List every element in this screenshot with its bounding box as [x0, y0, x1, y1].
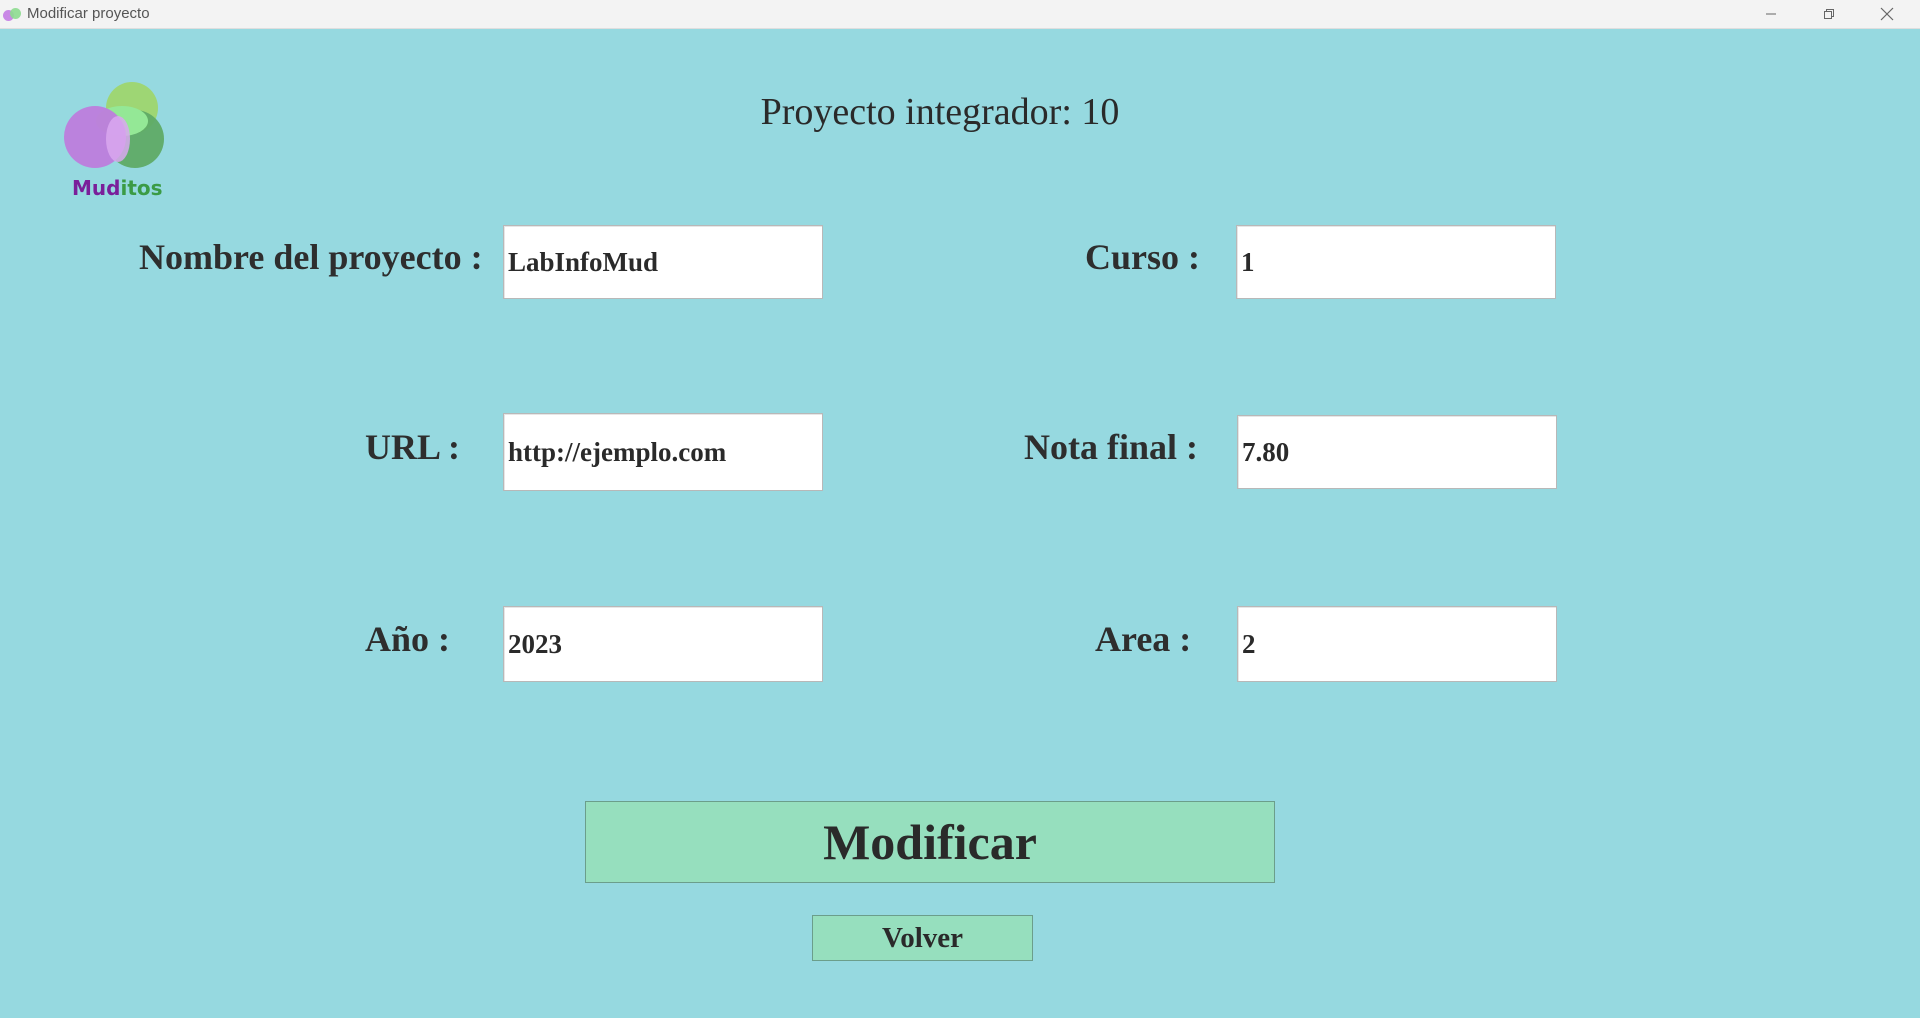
nombre-input[interactable] [503, 225, 823, 299]
logo-text: Muditos [72, 176, 163, 200]
modificar-button[interactable]: Modificar [585, 801, 1275, 883]
url-input[interactable] [503, 413, 823, 491]
page-title: Proyecto integrador: 10 [760, 91, 1120, 133]
label-curso: Curso : [1085, 237, 1200, 277]
volver-button[interactable]: Volver [812, 915, 1033, 961]
restore-button[interactable] [1800, 0, 1858, 28]
nota-final-input[interactable] [1237, 415, 1557, 489]
area-input[interactable] [1237, 606, 1557, 682]
minimize-icon [1766, 13, 1776, 15]
curso-input[interactable] [1236, 225, 1556, 299]
close-icon [1880, 7, 1894, 21]
restore-icon [1824, 9, 1834, 19]
label-area: Area : [1095, 619, 1192, 659]
window-title: Modificar proyecto [27, 5, 150, 22]
label-anio: Año : [365, 619, 451, 659]
close-button[interactable] [1858, 0, 1916, 28]
minimize-button[interactable] [1742, 0, 1800, 28]
muditos-logo: Muditos [62, 82, 178, 202]
anio-input[interactable] [503, 606, 823, 682]
title-bar: Modificar proyecto [0, 0, 1920, 29]
label-nota-final: Nota final : [1024, 427, 1198, 467]
app-icon [3, 8, 21, 22]
label-url: URL : [365, 427, 461, 467]
label-nombre: Nombre del proyecto : [139, 237, 483, 277]
